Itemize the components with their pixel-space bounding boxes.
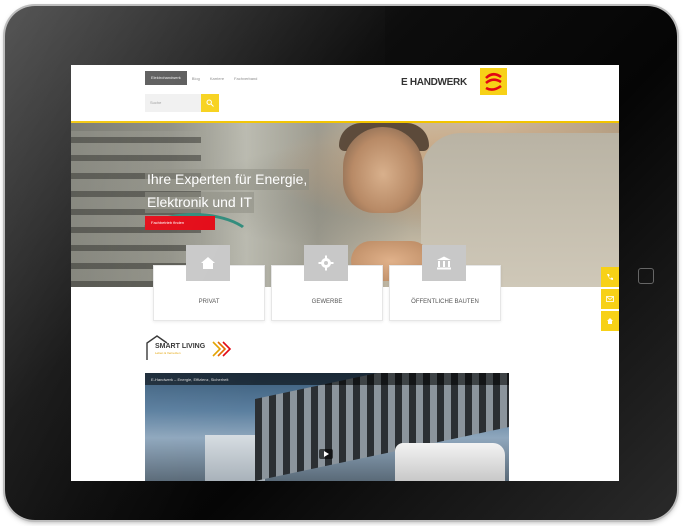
search-icon <box>206 99 214 107</box>
hero-tagline-line1: Ihre Experten für Energie, <box>145 169 310 190</box>
top-navigation: Elektrohandwerk Blog Karriere Fachverban… <box>145 71 262 85</box>
video-title: E-Handwerk – Energie, Effizienz, Sicherh… <box>151 377 229 382</box>
phone-tab[interactable] <box>601 267 619 287</box>
search-box[interactable]: Suche <box>145 94 219 112</box>
side-tabs <box>601 267 619 333</box>
video-van <box>395 443 505 481</box>
tablet-frame: Elektrohandwerk Blog Karriere Fachverban… <box>5 6 677 520</box>
category-label: ÖFFENTLICHE BAUTEN <box>411 299 479 305</box>
hero-tagline: Ihre Experten für Energie, Elektronik un… <box>145 169 310 215</box>
smart-living-logo[interactable]: SMART LIVING Leben & Vernetzen <box>145 334 235 362</box>
video-player[interactable]: E-Handwerk – Energie, Effizienz, Sicherh… <box>145 373 509 481</box>
website-screen: Elektrohandwerk Blog Karriere Fachverban… <box>71 65 619 481</box>
search-placeholder: Suche <box>150 100 162 105</box>
building-icon <box>422 245 466 281</box>
nav-item-elektrohandwerk[interactable]: Elektrohandwerk <box>145 71 187 85</box>
search-button[interactable] <box>201 94 219 112</box>
mail-tab[interactable] <box>601 289 619 309</box>
logo-text: E HANDWERK <box>401 77 467 88</box>
mail-icon <box>606 296 614 302</box>
category-label: PRIVAT <box>198 299 220 305</box>
hero-tagline-line2: Elektronik und IT <box>145 192 255 213</box>
hero-person-head <box>343 127 423 213</box>
home-icon <box>607 318 613 324</box>
smart-living-subtitle: Leben & Vernetzen <box>155 351 181 355</box>
nav-item-blog[interactable]: Blog <box>187 76 205 81</box>
house-icon <box>186 245 230 281</box>
gear-icon <box>304 245 348 281</box>
video-title-bar: E-Handwerk – Energie, Effizienz, Sicherh… <box>145 373 509 385</box>
nav-item-fachverband[interactable]: Fachverband <box>229 76 262 81</box>
play-icon[interactable] <box>319 449 333 459</box>
tablet-home-button <box>638 268 654 284</box>
smart-living-title: SMART LIVING <box>155 343 206 350</box>
category-label: GEWERBE <box>311 299 343 305</box>
e-handwerk-logo-icon[interactable] <box>480 68 507 95</box>
nav-item-karriere[interactable]: Karriere <box>205 76 229 81</box>
find-business-button[interactable]: Fachbetrieb finden <box>145 216 215 230</box>
home-tab[interactable] <box>601 311 619 331</box>
phone-icon <box>607 274 613 280</box>
